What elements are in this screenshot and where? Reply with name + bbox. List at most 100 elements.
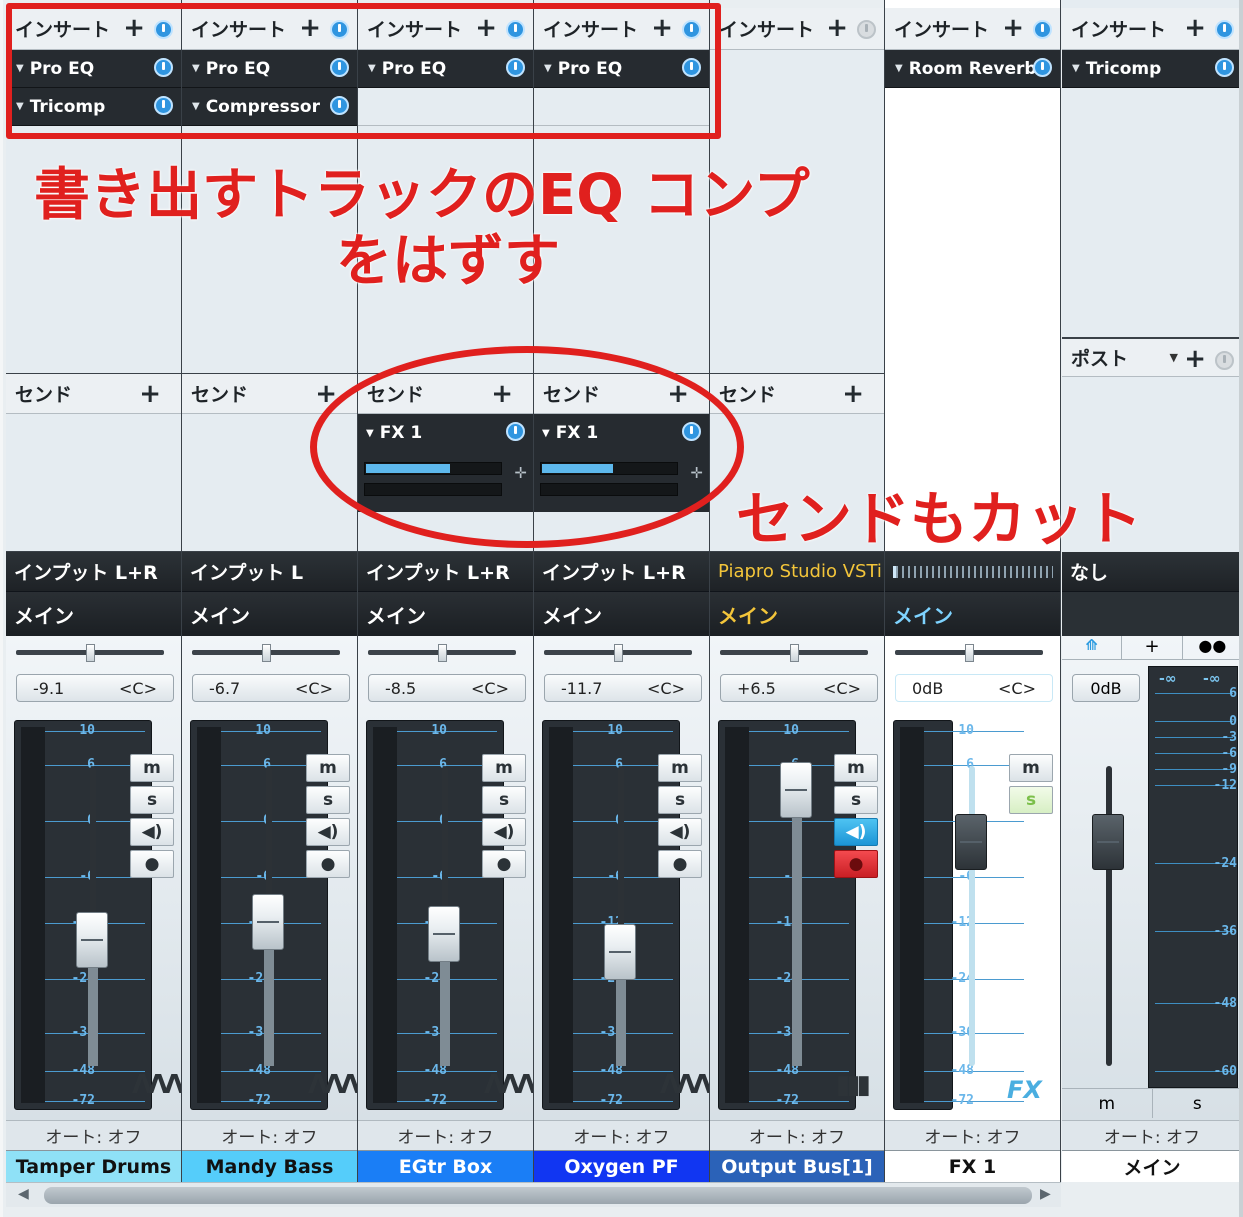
add-channel-icon[interactable]: + bbox=[1122, 636, 1183, 659]
volume-display[interactable]: -8.5 <C> bbox=[368, 674, 526, 702]
pan-knob[interactable] bbox=[86, 644, 95, 662]
output-route-button[interactable]: メイン bbox=[534, 592, 709, 636]
volume-fader[interactable] bbox=[780, 762, 812, 818]
automation-mode[interactable]: オート: オフ bbox=[710, 1120, 884, 1150]
channel-name[interactable]: FX 1 bbox=[885, 1150, 1060, 1182]
volume-display[interactable]: +6.5 <C> bbox=[720, 674, 878, 702]
automation-mode[interactable]: オート: オフ bbox=[6, 1120, 181, 1150]
input-route-button[interactable]: インプット L+R bbox=[534, 552, 709, 592]
main-solo-button[interactable]: s bbox=[1153, 1089, 1240, 1118]
input-route-button[interactable]: なし bbox=[1062, 552, 1239, 592]
solo-button[interactable]: s bbox=[1009, 786, 1053, 814]
channel-name[interactable]: EGtr Box bbox=[358, 1150, 533, 1182]
input-route-button[interactable]: インプット L+R bbox=[6, 552, 181, 592]
volume-display[interactable]: -9.1 <C> bbox=[16, 674, 174, 702]
pan-slider[interactable] bbox=[16, 644, 164, 662]
monitor-button[interactable]: ◀) bbox=[306, 818, 350, 846]
monitor-button[interactable]: ◀) bbox=[482, 818, 526, 846]
channel-name[interactable]: Output Bus[1] bbox=[710, 1150, 884, 1182]
scroll-left-icon[interactable]: ◀ bbox=[18, 1186, 29, 1202]
record-button[interactable]: ● bbox=[482, 850, 526, 878]
channel-name[interactable]: Tamper Drums bbox=[6, 1150, 181, 1182]
monitor-button[interactable]: ◀) bbox=[834, 818, 878, 846]
automation-mode[interactable]: オート: オフ bbox=[885, 1120, 1060, 1150]
fader-track[interactable] bbox=[1106, 766, 1112, 1066]
dropdown-triangle-icon[interactable]: ▼ bbox=[895, 63, 903, 74]
add-insert-icon[interactable]: + bbox=[1184, 15, 1206, 41]
output-route-button[interactable]: メイン bbox=[710, 592, 884, 636]
add-send-icon[interactable]: + bbox=[139, 381, 161, 407]
fx1-insert-slot[interactable]: ▼ Room Reverb bbox=[885, 50, 1060, 88]
metronome-icon[interactable]: ⟰ bbox=[1062, 636, 1123, 659]
channel-name[interactable]: Oxygen PF bbox=[534, 1150, 709, 1182]
output-route-button[interactable]: メイン bbox=[6, 592, 181, 636]
scroll-thumb[interactable] bbox=[44, 1187, 1032, 1204]
output-route-button[interactable]: メイン bbox=[885, 592, 1060, 636]
pan-knob[interactable] bbox=[965, 644, 974, 662]
add-send-icon[interactable]: + bbox=[842, 381, 864, 407]
solo-button[interactable]: s bbox=[658, 786, 702, 814]
mute-button[interactable]: m bbox=[482, 754, 526, 782]
pan-knob[interactable] bbox=[790, 644, 799, 662]
plugin-power-icon[interactable] bbox=[1215, 58, 1234, 77]
output-route-button[interactable]: メイン bbox=[182, 592, 357, 636]
main-mute-button[interactable]: m bbox=[1062, 1089, 1153, 1118]
dropdown-triangle-icon[interactable]: ▼ bbox=[1072, 63, 1080, 74]
link-icon[interactable]: ●● bbox=[1183, 636, 1239, 659]
record-button[interactable]: ● bbox=[834, 850, 878, 878]
automation-mode[interactable]: オート: オフ bbox=[1062, 1120, 1239, 1150]
solo-button[interactable]: s bbox=[306, 786, 350, 814]
mute-button[interactable]: m bbox=[658, 754, 702, 782]
input-route-button[interactable]: インプット L bbox=[182, 552, 357, 592]
mute-button[interactable]: m bbox=[306, 754, 350, 782]
mute-button[interactable]: m bbox=[130, 754, 174, 782]
pan-knob[interactable] bbox=[262, 644, 271, 662]
main-volume-display[interactable]: 0dB bbox=[1072, 674, 1140, 702]
horizontal-scrollbar[interactable]: ◀ ▶ bbox=[6, 1182, 1061, 1207]
post-power-icon[interactable] bbox=[1215, 351, 1234, 370]
post-dropdown-icon[interactable]: ▼ bbox=[1170, 351, 1178, 364]
plugin-power-icon[interactable] bbox=[1033, 58, 1052, 77]
fader-track[interactable] bbox=[969, 766, 975, 1066]
record-button[interactable]: ● bbox=[658, 850, 702, 878]
volume-display[interactable]: -6.7 <C> bbox=[192, 674, 350, 702]
monitor-button[interactable]: ◀) bbox=[658, 818, 702, 846]
volume-fader[interactable] bbox=[428, 906, 460, 962]
main-volume-fader[interactable] bbox=[1092, 814, 1124, 870]
insert-power-icon[interactable] bbox=[1033, 20, 1052, 39]
volume-fader[interactable] bbox=[604, 924, 636, 980]
channel-name[interactable]: Mandy Bass bbox=[182, 1150, 357, 1182]
solo-button[interactable]: s bbox=[130, 786, 174, 814]
solo-button[interactable]: s bbox=[834, 786, 878, 814]
automation-mode[interactable]: オート: オフ bbox=[182, 1120, 357, 1150]
pan-slider[interactable] bbox=[895, 644, 1043, 662]
automation-mode[interactable]: オート: オフ bbox=[534, 1120, 709, 1150]
volume-fader[interactable] bbox=[76, 912, 108, 968]
add-post-icon[interactable]: + bbox=[1184, 346, 1206, 372]
main-insert-slot[interactable]: ▼ Tricomp bbox=[1062, 50, 1239, 88]
volume-fader[interactable] bbox=[955, 814, 987, 870]
automation-mode[interactable]: オート: オフ bbox=[358, 1120, 533, 1150]
volume-display[interactable]: -11.7 <C> bbox=[544, 674, 702, 702]
pan-slider[interactable] bbox=[720, 644, 868, 662]
input-route-button[interactable]: Piapro Studio VSTi bbox=[710, 552, 884, 592]
output-route-button[interactable]: メイン bbox=[358, 592, 533, 636]
pan-slider[interactable] bbox=[368, 644, 516, 662]
input-route-button[interactable]: インプット L+R bbox=[358, 552, 533, 592]
record-button[interactable]: ● bbox=[306, 850, 350, 878]
record-button[interactable]: ● bbox=[130, 850, 174, 878]
insert-power-icon[interactable] bbox=[857, 20, 876, 39]
solo-button[interactable]: s bbox=[482, 786, 526, 814]
scroll-right-icon[interactable]: ▶ bbox=[1040, 1186, 1051, 1202]
monitor-button[interactable]: ◀) bbox=[130, 818, 174, 846]
pan-slider[interactable] bbox=[192, 644, 340, 662]
mute-button[interactable]: m bbox=[1009, 754, 1053, 782]
volume-fader[interactable] bbox=[252, 894, 284, 950]
mute-button[interactable]: m bbox=[834, 754, 878, 782]
pan-slider[interactable] bbox=[544, 644, 692, 662]
volume-display[interactable]: 0dB <C> bbox=[895, 674, 1053, 702]
channel-name[interactable]: メイン bbox=[1062, 1150, 1239, 1182]
add-insert-icon[interactable]: + bbox=[826, 15, 848, 41]
pan-knob[interactable] bbox=[438, 644, 447, 662]
add-insert-icon[interactable]: + bbox=[1002, 15, 1024, 41]
